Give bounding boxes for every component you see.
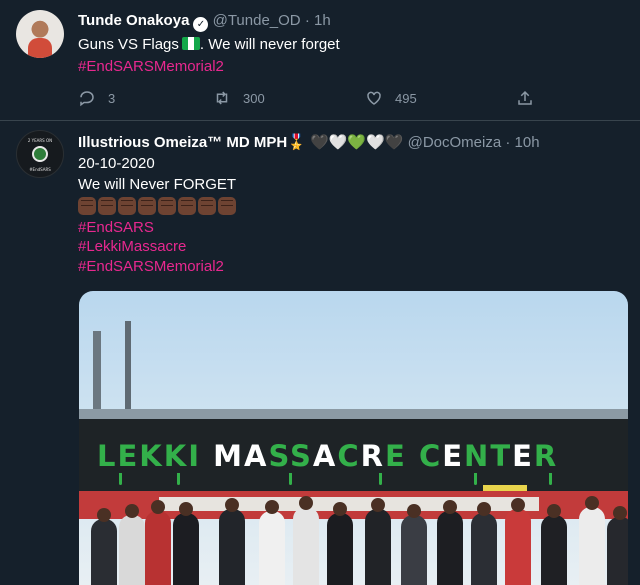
sign-text: LEKKI MASSACRE CENTER [97,439,559,473]
like-button[interactable]: 495 [365,86,417,110]
reply-count: 3 [108,90,116,106]
share-button[interactable] [516,86,546,110]
retweet-count: 300 [243,90,265,106]
author-handle[interactable]: @DocOmeiza [408,134,502,151]
avatar-text: 2 YEARS ON [27,138,53,143]
hashtag-link[interactable]: #EndSARS [78,219,154,236]
raised-fist-icon [78,197,238,217]
author-name[interactable]: Tunde Onakoya [78,12,189,29]
hashtag-link[interactable]: #EndSARSMemorial2 [78,258,224,275]
tweet-header: Tunde Onakoya ✓ @Tunde_OD · 1h [78,12,331,32]
tweet[interactable]: Tunde Onakoya ✓ @Tunde_OD · 1h Guns VS Fl… [0,0,640,121]
share-icon [518,90,532,105]
nigeria-flag-icon [181,37,200,50]
verified-badge-icon: ✓ [193,17,209,32]
author-handle[interactable]: @Tunde_OD [213,12,301,29]
hashtag-link[interactable]: #EndSARSMemorial2 [78,58,224,75]
tweet-text: We will Never FORGET [78,176,237,193]
timestamp[interactable]: 1h [314,12,331,29]
crowd [79,496,628,585]
like-count: 495 [395,90,417,106]
avatar[interactable]: 2 YEARS ON #EndSARS [16,130,64,178]
retweet-icon [216,91,228,105]
tweet-actions: 3 300 495 [78,86,548,110]
author-name[interactable]: Illustrious Omeiza™ MD MPH🎖️ 🖤🤍💚🤍🖤 [78,134,403,151]
retweet-button[interactable]: 300 [213,86,265,110]
tweet-header: Illustrious Omeiza™ MD MPH🎖️ 🖤🤍💚🤍🖤 @DocO… [78,134,540,151]
reply-button[interactable]: 3 [78,86,115,110]
tweet-date-line: 20-10-2020 [78,155,155,172]
like-icon [367,91,381,105]
tweet-text: Guns VS Flags. We will never forget [78,36,340,53]
avatar[interactable] [16,10,64,58]
hashtag-link[interactable]: #LekkiMassacre [78,238,186,255]
timestamp[interactable]: 10h [515,134,540,151]
tweet-image[interactable]: LEKKI MASSACRE CENTER [79,291,628,585]
reply-icon [80,91,94,107]
